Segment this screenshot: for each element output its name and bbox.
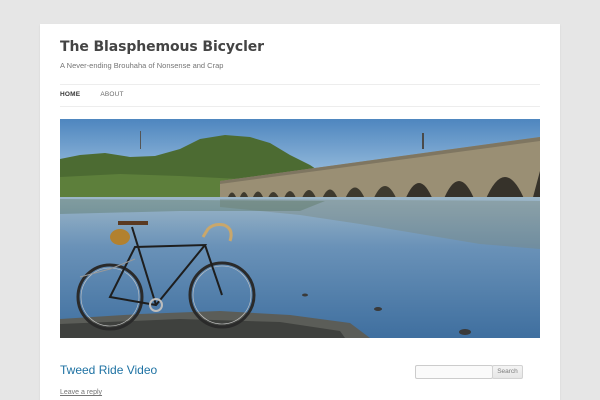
main-navigation: HOME ABOUT: [60, 91, 124, 98]
site-title[interactable]: The Blasphemous Bicycler: [60, 39, 264, 55]
nav-divider-bottom: [60, 106, 540, 107]
site-description: A Never-ending Brouhaha of Nonsense and …: [60, 61, 224, 70]
search-button[interactable]: Search: [492, 365, 523, 379]
nav-item-home[interactable]: HOME: [60, 91, 80, 98]
nav-item-about[interactable]: ABOUT: [100, 91, 123, 98]
saddle-bag: [110, 229, 130, 245]
site-container: The Blasphemous Bicycler A Never-ending …: [40, 24, 560, 400]
header-photo: [60, 119, 540, 338]
post-title[interactable]: Tweed Ride Video: [60, 363, 157, 377]
leave-reply-link[interactable]: Leave a reply: [60, 389, 102, 396]
header-image[interactable]: [60, 119, 540, 338]
nav-divider-top: [60, 84, 540, 85]
search-input[interactable]: [415, 365, 493, 379]
